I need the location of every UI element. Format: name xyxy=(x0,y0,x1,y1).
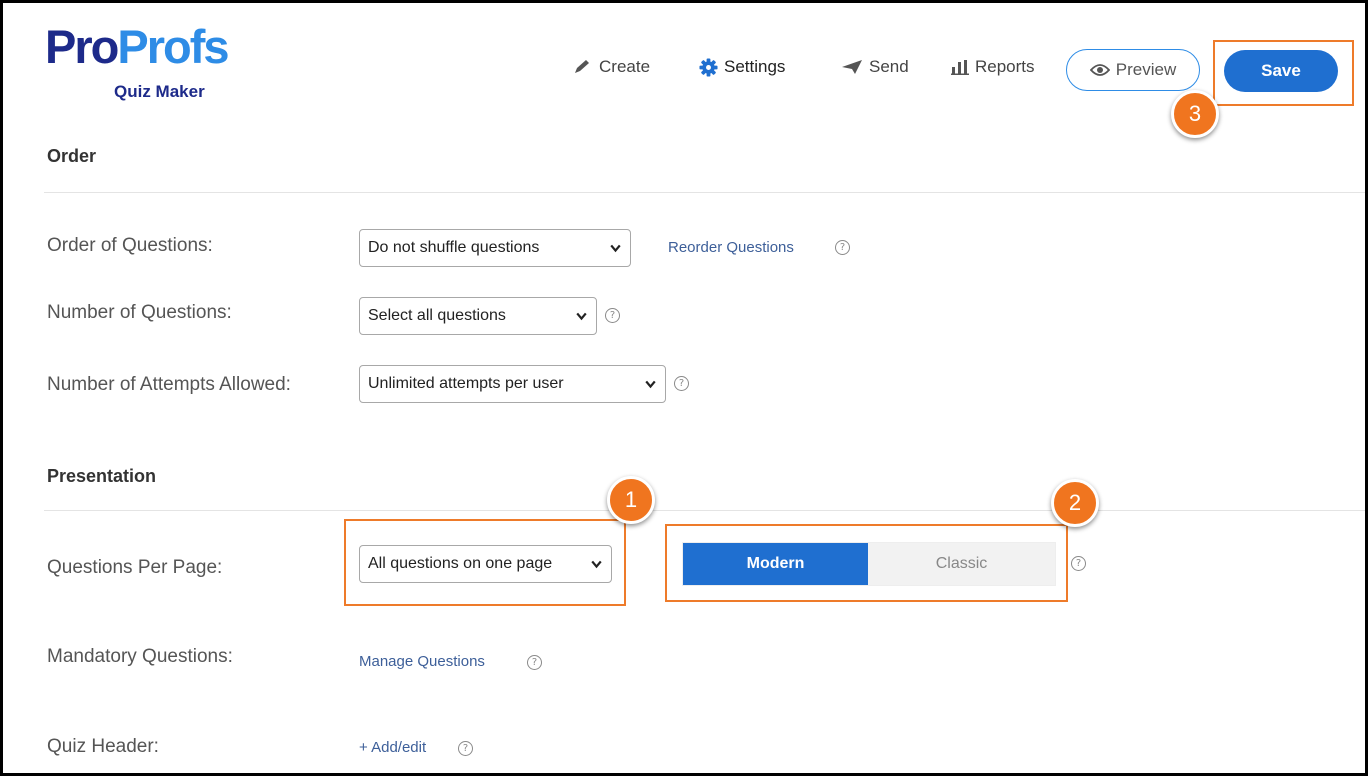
proprofs-logo[interactable]: ProProfs Quiz Maker xyxy=(45,23,230,101)
nav-create-label: Create xyxy=(599,57,651,76)
chevron-down-icon xyxy=(610,244,621,253)
chevron-down-icon xyxy=(645,380,656,389)
preview-button[interactable]: Preview xyxy=(1066,49,1200,91)
logo-subtitle: Quiz Maker xyxy=(114,82,205,101)
number-of-questions-value: Select all questions xyxy=(368,307,506,324)
help-icon[interactable]: ? xyxy=(835,240,850,255)
section-title-presentation: Presentation xyxy=(47,466,157,486)
bar-chart-icon xyxy=(951,60,969,75)
help-icon[interactable]: ? xyxy=(527,655,542,670)
pencil-icon xyxy=(575,60,589,73)
nav-send-label: Send xyxy=(869,57,909,76)
section-title-order: Order xyxy=(47,146,97,166)
manage-questions-link[interactable]: Manage Questions xyxy=(359,653,485,670)
mandatory-questions-label: Mandatory Questions: xyxy=(47,646,233,667)
help-icon[interactable]: ? xyxy=(605,308,620,323)
help-icon[interactable]: ? xyxy=(1071,556,1086,571)
reorder-questions-link[interactable]: Reorder Questions xyxy=(668,239,794,256)
chevron-down-icon xyxy=(576,312,587,321)
number-of-questions-label: Number of Questions: xyxy=(47,302,232,323)
logo-profs-text: Profs xyxy=(117,20,229,73)
order-of-questions-select[interactable]: Do not shuffle questions xyxy=(359,229,631,267)
help-icon[interactable]: ? xyxy=(458,741,473,756)
number-of-questions-select[interactable]: Select all questions xyxy=(359,297,597,335)
attempts-allowed-select[interactable]: Unlimited attempts per user xyxy=(359,365,666,403)
quiz-header-label: Quiz Header: xyxy=(47,736,159,757)
nav-send[interactable]: Send xyxy=(841,57,909,77)
app-frame: ProProfs Quiz Maker Create Settings Send… xyxy=(3,3,1365,773)
help-icon[interactable]: ? xyxy=(674,376,689,391)
divider xyxy=(44,510,1365,511)
attempts-allowed-label: Number of Attempts Allowed: xyxy=(47,374,291,395)
step-badge-1: 1 xyxy=(607,476,655,524)
nav-reports-label: Reports xyxy=(975,57,1035,76)
step-badge-2: 2 xyxy=(1051,479,1099,527)
preview-label: Preview xyxy=(1115,60,1177,79)
order-of-questions-label: Order of Questions: xyxy=(47,235,213,256)
attempts-allowed-value: Unlimited attempts per user xyxy=(368,375,564,392)
logo-pro-text: Pro xyxy=(45,20,119,73)
questions-per-page-label: Questions Per Page: xyxy=(47,557,223,578)
step-badge-3: 3 xyxy=(1171,90,1219,138)
highlight-box-questions-per-page xyxy=(344,519,626,606)
gear-icon xyxy=(699,57,718,77)
nav-settings-label: Settings xyxy=(724,57,786,76)
add-edit-header-link[interactable]: + Add/edit xyxy=(359,739,426,756)
nav-create[interactable]: Create xyxy=(573,57,650,77)
nav-settings[interactable]: Settings xyxy=(699,57,785,77)
highlight-box-save xyxy=(1213,40,1354,106)
eye-icon xyxy=(1089,64,1110,76)
divider xyxy=(44,192,1365,193)
highlight-box-layout-mode xyxy=(665,524,1068,602)
send-icon xyxy=(842,60,862,74)
order-of-questions-value: Do not shuffle questions xyxy=(368,239,540,256)
nav-reports[interactable]: Reports xyxy=(951,57,1035,77)
